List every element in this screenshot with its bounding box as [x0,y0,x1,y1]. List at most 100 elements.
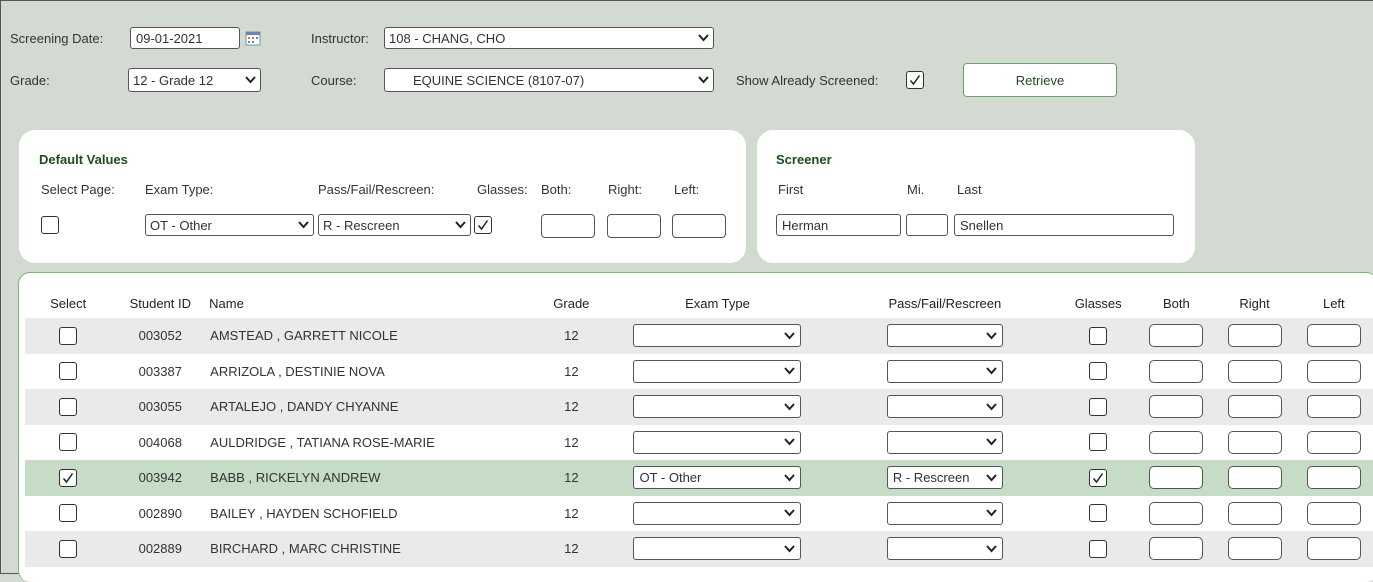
left-input[interactable] [1306,466,1361,490]
right-cell [1215,425,1293,461]
right-input[interactable] [1227,359,1282,383]
grade-cell: 12 [564,363,579,379]
screening-date-input[interactable]: 09-01-2021 [130,27,240,49]
left-label: Left: [674,182,700,197]
left-cell [1294,425,1373,461]
exam-type-cell: OT - Other [604,460,831,496]
exam-type-select[interactable] [633,324,802,348]
glasses-checkbox[interactable] [1089,539,1108,558]
glasses-cell [1059,460,1138,496]
row-select-cell [25,389,112,425]
select-page-checkbox[interactable] [41,216,59,234]
pass-fail-select[interactable] [886,359,1003,383]
retrieve-button[interactable]: Retrieve [963,63,1117,97]
glasses-checkbox[interactable] [1089,468,1108,487]
course-select[interactable]: EQUINE SCIENCE (8107-07) [384,68,714,92]
chevron-down-icon [245,76,256,84]
show-screened-checkbox[interactable] [906,71,924,89]
row-select-checkbox[interactable] [59,397,78,416]
pass-fail-select[interactable] [886,501,1003,525]
default-glasses-checkbox[interactable] [474,216,492,234]
default-both-input[interactable] [541,214,595,238]
right-input[interactable] [1227,466,1282,490]
exam-type-select[interactable]: OT - Other [633,466,802,490]
right-label: Right: [608,182,642,197]
both-input[interactable] [1149,430,1204,454]
row-select-checkbox[interactable] [59,326,78,345]
student-id-cell: 004068 [138,434,182,450]
default-right-input[interactable] [607,214,661,238]
exam-type-select[interactable] [633,359,802,383]
student-name-cell: BIRCHARD , MARC CHRISTINE [209,531,539,567]
glasses-checkbox[interactable] [1089,362,1108,381]
pass-fail-select[interactable] [886,537,1003,561]
pass-fail-select[interactable]: R - Rescreen [886,466,1003,490]
col-name-header[interactable]: Name [209,288,538,318]
grade-select[interactable]: 12 - Grade 12 [128,68,261,92]
left-input[interactable] [1306,395,1361,419]
chevron-down-icon [986,367,997,375]
right-cell [1215,354,1293,390]
glasses-checkbox[interactable] [1089,326,1108,345]
both-input[interactable] [1149,324,1204,348]
right-input[interactable] [1227,501,1282,525]
left-input[interactable] [1306,324,1361,348]
default-exam-type-select[interactable]: OT - Other [145,214,314,236]
col-glasses-header: Glasses [1074,295,1122,311]
col-grade-header[interactable]: Grade [538,288,604,318]
instructor-select[interactable]: 108 - CHANG, CHO [384,27,714,49]
exam-type-select[interactable] [633,501,802,525]
exam-type-select[interactable] [633,430,802,454]
both-input[interactable] [1149,501,1204,525]
both-input[interactable] [1149,466,1204,490]
glasses-label: Glasses: [477,182,528,197]
row-select-checkbox[interactable] [59,504,78,523]
exam-type-cell [604,425,830,461]
right-input[interactable] [1227,324,1282,348]
pass-fail-select[interactable] [886,395,1003,419]
exam-type-select[interactable] [633,537,802,561]
row-select-checkbox[interactable] [59,362,78,381]
both-cell [1137,425,1215,461]
col-pass-fail-header: Pass/Fail/Rescreen [888,295,1002,311]
screener-mi-input[interactable] [906,214,948,236]
row-select-checkbox[interactable] [59,433,78,452]
glasses-checkbox[interactable] [1089,397,1108,416]
left-cell [1293,460,1373,496]
right-input[interactable] [1227,430,1282,454]
row-select-checkbox[interactable] [59,468,78,487]
right-input[interactable] [1227,537,1282,561]
screener-last-input[interactable]: Snellen [954,214,1174,236]
calendar-icon[interactable] [245,30,261,46]
row-select-checkbox[interactable] [59,539,78,558]
glasses-checkbox[interactable] [1089,504,1108,523]
right-input[interactable] [1227,395,1282,419]
student-id-cell: 002889 [111,531,210,567]
default-pass-fail-select[interactable]: R - Rescreen [318,214,471,236]
pass-fail-cell [830,389,1060,425]
chevron-down-icon [986,332,997,340]
glasses-cell [1059,354,1137,390]
screener-first-input[interactable]: Herman [776,214,901,236]
left-input[interactable] [1306,430,1361,454]
exam-type-select[interactable] [633,395,802,419]
both-input[interactable] [1149,359,1204,383]
both-cell [1137,354,1215,390]
grade-cell: 12 [564,434,579,450]
pass-fail-select[interactable] [886,430,1003,454]
col-student-id-header[interactable]: Student ID [111,288,209,318]
left-input[interactable] [1306,537,1361,561]
left-input[interactable] [1306,501,1361,525]
right-cell [1215,531,1294,567]
both-input[interactable] [1149,395,1204,419]
middle-initial-label: Mi. [907,182,925,197]
col-right-header: Right [1239,295,1270,311]
both-input[interactable] [1149,537,1204,561]
left-input[interactable] [1306,359,1361,383]
chevron-down-icon [986,545,997,553]
chevron-down-icon [784,438,796,446]
exam-type-cell [604,389,831,425]
pass-fail-select[interactable] [886,324,1003,348]
glasses-checkbox[interactable] [1089,433,1108,452]
default-left-input[interactable] [672,214,726,238]
